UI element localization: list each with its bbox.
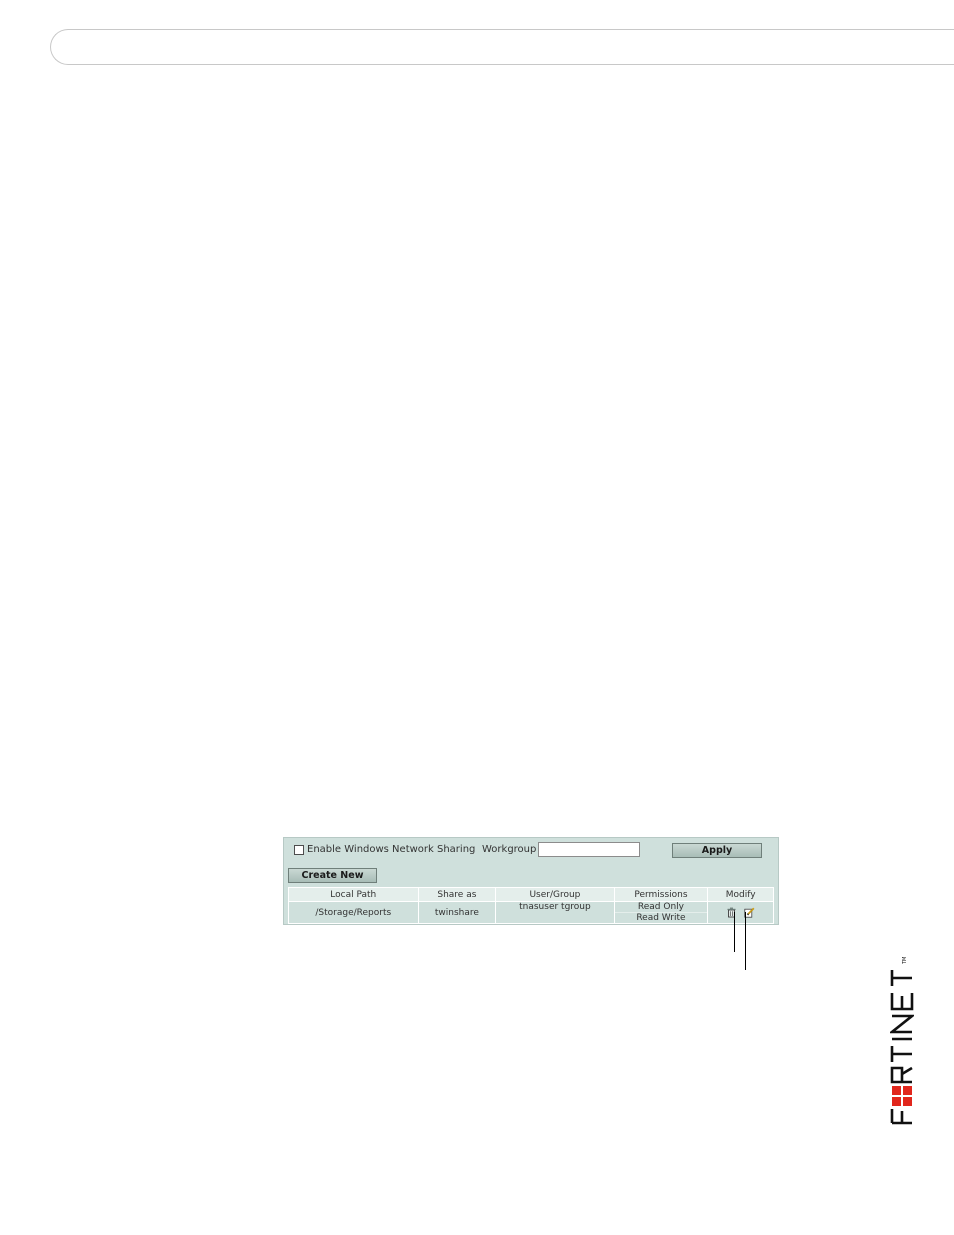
column-header-modify: Modify xyxy=(707,887,774,902)
enable-sharing-checkbox[interactable] xyxy=(294,845,304,855)
trademark-mark: TM xyxy=(902,957,908,965)
windows-file-sharing-panel: Enable Windows Network Sharing Workgroup… xyxy=(283,837,779,925)
permission-read-write: Read Write xyxy=(614,912,708,923)
cell-modify xyxy=(707,901,774,924)
fortinet-logo: TM xyxy=(890,957,914,1125)
workgroup-input[interactable] xyxy=(538,842,640,857)
workgroup-label: Workgroup xyxy=(482,844,537,855)
table-header-row: Local Path Share as User/Group Permissio… xyxy=(288,887,774,902)
column-header-local-path: Local Path xyxy=(288,887,419,902)
logo-o-mark xyxy=(892,1086,912,1106)
cell-user-group: tnasuser tgroup xyxy=(495,901,615,924)
cell-share-as: twinshare xyxy=(417,901,497,924)
delete-icon[interactable] xyxy=(726,907,737,918)
column-header-share-as: Share as xyxy=(417,887,497,902)
cell-local-path: /Storage/Reports xyxy=(288,901,419,924)
column-header-user-group: User/Group xyxy=(495,887,615,902)
permission-read-only: Read Only xyxy=(637,902,684,912)
shares-table: Local Path Share as User/Group Permissio… xyxy=(288,887,774,924)
page-header-bar xyxy=(50,29,954,65)
column-header-permissions: Permissions xyxy=(613,887,709,902)
cell-permissions: Read Only Read Write xyxy=(613,901,709,924)
delete-callout-line xyxy=(734,912,735,952)
enable-sharing-label: Enable Windows Network Sharing xyxy=(307,844,476,855)
create-new-button[interactable]: Create New xyxy=(288,868,377,883)
apply-button[interactable]: Apply xyxy=(672,843,762,858)
table-row: /Storage/Reports twinshare tnasuser tgro… xyxy=(288,901,774,924)
edit-callout-line xyxy=(745,912,746,970)
user-group-value: tnasuser tgroup xyxy=(519,902,591,912)
sharing-settings-row: Enable Windows Network Sharing Workgroup… xyxy=(292,842,772,860)
